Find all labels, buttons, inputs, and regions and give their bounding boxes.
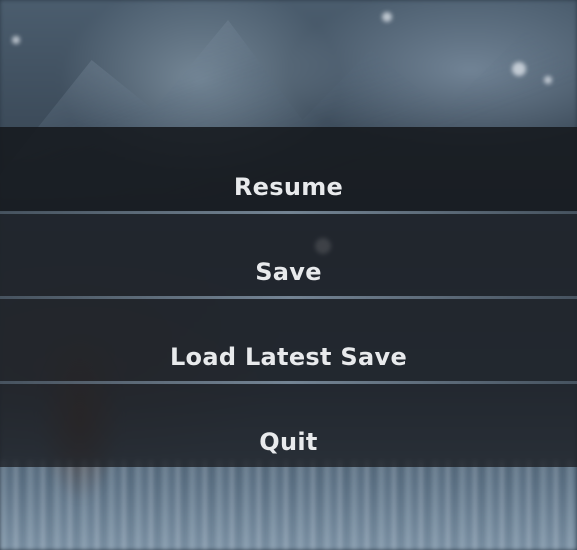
- game-screen: Resume Save Load Latest Save Quit: [0, 0, 577, 550]
- snowflake-icon: [12, 36, 20, 44]
- save-button[interactable]: Save: [0, 212, 577, 299]
- snowflake-icon: [512, 62, 526, 76]
- snowflake-icon: [382, 12, 392, 22]
- resume-label: Resume: [233, 172, 344, 201]
- load-latest-save-label: Load Latest Save: [169, 342, 408, 371]
- menu-divider: [0, 296, 577, 299]
- snowy-forest: [0, 460, 577, 550]
- pause-menu: Resume Save Load Latest Save Quit: [0, 127, 577, 467]
- quit-button[interactable]: Quit: [0, 382, 577, 467]
- save-label: Save: [255, 257, 322, 286]
- load-latest-save-button[interactable]: Load Latest Save: [0, 297, 577, 384]
- snowflake-icon: [544, 76, 552, 84]
- menu-divider: [0, 381, 577, 384]
- quit-label: Quit: [259, 427, 318, 456]
- resume-button[interactable]: Resume: [0, 127, 577, 214]
- menu-divider: [0, 211, 577, 214]
